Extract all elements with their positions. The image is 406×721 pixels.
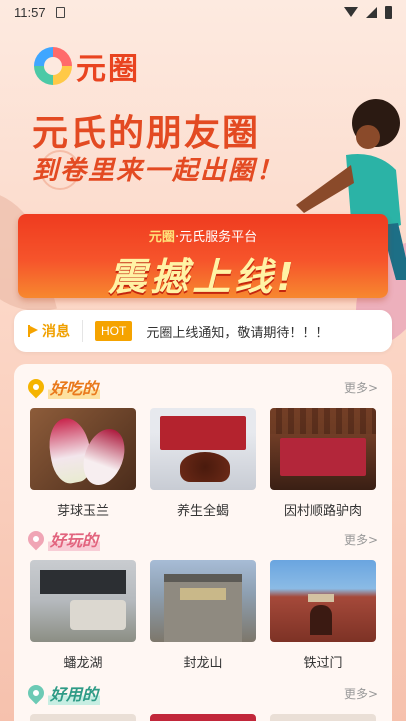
flag-icon: [28, 325, 38, 337]
sim-card-icon: [55, 6, 65, 18]
section-title: 好玩的: [48, 527, 101, 551]
status-time: 11:57: [14, 4, 46, 20]
notice-text[interactable]: 元圈上线通知，敬请期待！！！: [146, 322, 328, 341]
banner-header: 元圈·元氏服务平台: [18, 226, 388, 245]
promo-banner[interactable]: 元圈·元氏服务平台 震撼上线!: [18, 214, 388, 298]
section-useful: 好用的 更多>: [14, 678, 392, 708]
logo-ring-icon: [34, 47, 72, 85]
app-logo: 元圈: [34, 44, 140, 88]
item-image: [30, 408, 136, 490]
location-pin-icon: [24, 527, 48, 551]
more-link[interactable]: 更多>: [344, 379, 378, 396]
notice-bar[interactable]: 消息 HOT 元圈上线通知，敬请期待！！！: [14, 310, 392, 352]
content-card: 好吃的 更多> 芽球玉兰 养生全蝎 因村顺路驴肉 好玩的 更多> 蟠龙湖 封龙山…: [14, 364, 392, 721]
item-image: [150, 560, 256, 642]
signal-icon: [366, 6, 377, 18]
location-pin-icon: [24, 375, 48, 399]
item-label: 养生全蝎: [176, 504, 229, 519]
item-label: 铁过门: [303, 656, 343, 671]
notice-label: 消息: [42, 324, 70, 340]
location-pin-icon: [24, 681, 48, 705]
item-label: 因村顺路驴肉: [283, 504, 362, 519]
list-item[interactable]: 铁过门: [270, 560, 376, 671]
section-title: 好用的: [48, 681, 101, 705]
banner-tagline: ·元氏服务平台: [174, 230, 258, 245]
item-label: 蟠龙湖: [63, 656, 103, 671]
item-image: [30, 714, 136, 721]
banner-brand: 元圈: [148, 230, 175, 245]
list-item[interactable]: 芽球玉兰: [30, 408, 136, 519]
item-image: [270, 408, 376, 490]
partial-items-row: [30, 714, 376, 721]
item-label: 封龙山: [183, 656, 223, 671]
list-item[interactable]: 因村顺路驴肉: [270, 408, 376, 519]
list-item[interactable]: 封龙山: [150, 560, 256, 671]
item-label: 芽球玉兰: [56, 504, 109, 519]
item-image: [150, 408, 256, 490]
hero-subtitle: 到卷里来一起出圈！: [32, 156, 285, 186]
hot-badge: HOT: [95, 321, 133, 341]
section-title: 好吃的: [48, 375, 101, 399]
item-image: [30, 560, 136, 642]
battery-icon: [385, 5, 392, 19]
item-image: [270, 714, 376, 721]
status-bar: 11:57: [0, 0, 406, 24]
list-item[interactable]: 养生全蝎: [150, 408, 256, 519]
wifi-icon: [344, 7, 358, 17]
section-food: 好吃的 更多> 芽球玉兰 养生全蝎 因村顺路驴肉: [14, 372, 392, 519]
list-item[interactable]: 蟠龙湖: [30, 560, 136, 671]
hero-title: 元氏的朋友圈: [32, 113, 261, 154]
more-link[interactable]: 更多>: [344, 685, 378, 702]
item-image: [150, 714, 256, 721]
divider: [82, 320, 83, 342]
banner-headline: 震撼上线!: [108, 255, 298, 298]
item-image: [270, 560, 376, 642]
logo-text: 元圈: [76, 52, 140, 87]
app-page: 11:57 元圈 元氏的朋友圈 到卷里来一起出圈！ 元圈·元氏服务平台 震撼上线…: [0, 0, 406, 721]
more-link[interactable]: 更多>: [344, 531, 378, 548]
section-fun: 好玩的 更多> 蟠龙湖 封龙山 铁过门: [14, 524, 392, 671]
